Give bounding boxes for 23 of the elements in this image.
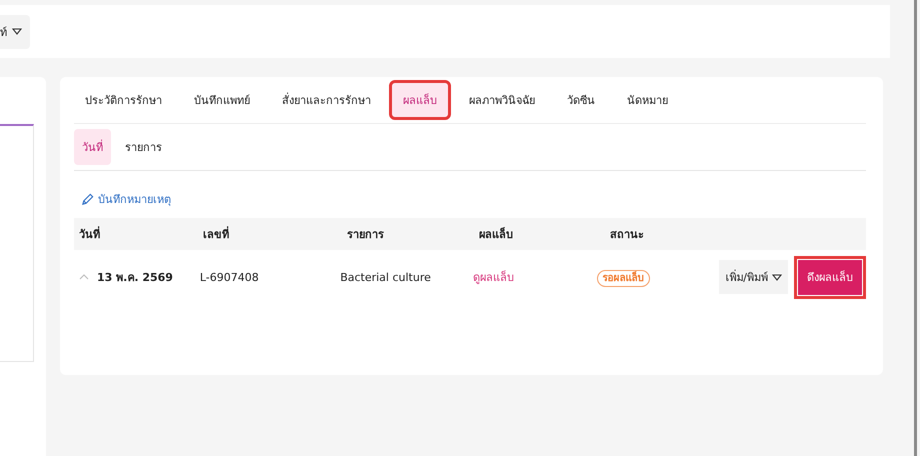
dropdown-button[interactable]: ท์ [0, 14, 30, 48]
column-header: เลขที่ [202, 225, 230, 242]
column-header: วันที่ [78, 225, 101, 242]
column-header: สถานะ [609, 226, 645, 242]
table-cell-text: Bacterial culture [339, 270, 432, 284]
add-note-link[interactable]: บันทึกหมายเหตุ [81, 190, 171, 208]
tab[interactable]: สั่งยาและการรักษา [271, 83, 382, 117]
tab[interactable]: ประวัติการรักษา [74, 83, 173, 117]
sub-tab[interactable]: วันที่ [74, 129, 111, 165]
view-result-link[interactable]: ดูผลแล็บ [468, 271, 514, 284]
add-print-button[interactable]: เพิ่ม/พิมพ์ [719, 260, 788, 294]
date-text: 13 พ.ค. 2569 [97, 270, 173, 286]
column-header: ผลแล็บ [478, 226, 514, 242]
fetch-result-button[interactable]: ดึงผลแล็บ [798, 260, 862, 294]
tab[interactable]: ผลภาพวินิจฉัย [458, 83, 546, 117]
tab[interactable]: ผลแล็บ [392, 83, 448, 117]
tab[interactable]: นัดหมาย [616, 83, 679, 117]
tab[interactable]: วัดซีน [556, 83, 606, 117]
status-badge: รอผลแล็บ [596, 270, 650, 286]
tab[interactable]: บันทึกแพทย์ [183, 83, 261, 117]
column-header: รายการ [346, 226, 385, 242]
sub-tab[interactable]: รายการ [117, 129, 170, 165]
table-cell-text: L-6907408 [198, 270, 260, 284]
